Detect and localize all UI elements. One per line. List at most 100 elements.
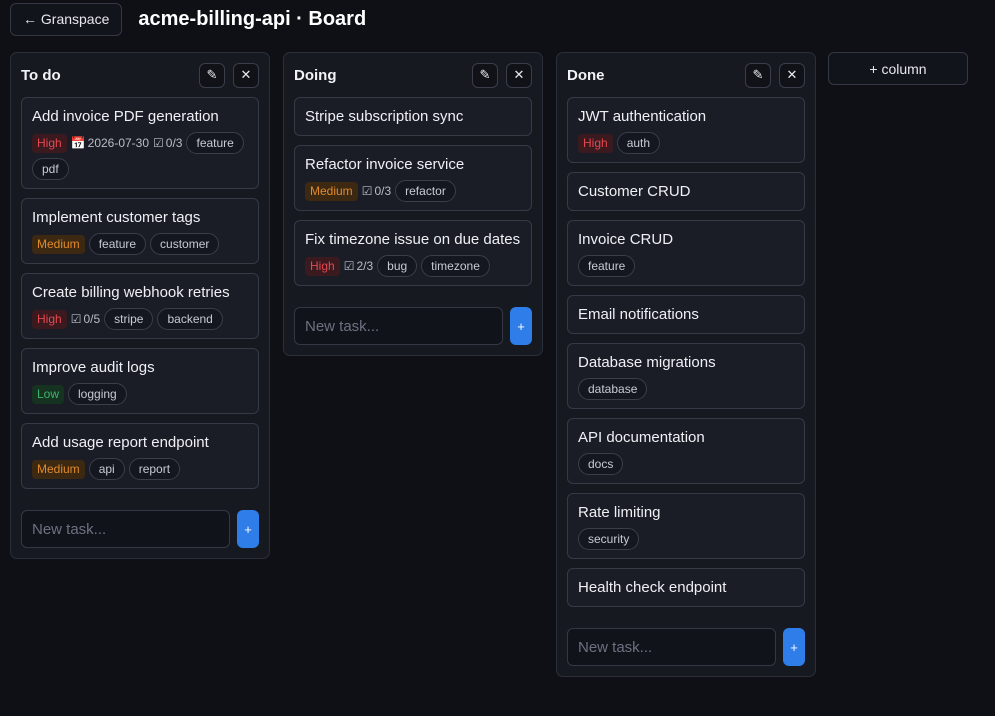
task-card[interactable]: Rate limiting security	[567, 493, 805, 559]
tag-chip: database	[578, 378, 648, 400]
edit-column-button[interactable]: ✎	[199, 62, 225, 88]
priority-badge: Medium	[32, 234, 85, 254]
priority-badge: High	[578, 133, 613, 153]
task-meta: Low logging	[32, 383, 248, 405]
tag-chip: feature	[88, 233, 147, 255]
column-title: Done	[567, 66, 605, 84]
close-icon: ✕	[786, 67, 798, 82]
column-doing: Doing ✎ ✕ Stripe subscription sync Refactor …	[283, 52, 543, 356]
checkbox-icon: ☑	[153, 136, 164, 150]
add-task-button[interactable]: +	[510, 307, 532, 345]
edit-column-button[interactable]: ✎	[745, 62, 771, 88]
column-title: Doing	[294, 66, 337, 84]
tag-chip: feature	[186, 132, 244, 154]
task-title: Stripe subscription sync	[305, 108, 464, 125]
edit-column-button[interactable]: ✎	[472, 62, 498, 88]
task-title: Database migrations	[578, 354, 716, 371]
task-title: API documentation	[578, 429, 705, 446]
add-column-button[interactable]: + column	[828, 52, 968, 85]
checkbox-icon: ☑	[343, 259, 355, 273]
tag-chip: pdf	[32, 158, 69, 180]
priority-badge: Low	[32, 384, 65, 404]
task-meta: database	[578, 378, 794, 400]
task-title: Email notifications	[578, 306, 699, 323]
priority-badge: Medium	[305, 181, 358, 201]
task-meta: Medium ☑ 0/3 refactor	[305, 180, 521, 202]
card-list: Stripe subscription sync Refactor invoice…	[284, 97, 542, 286]
column-done: Done ✎ ✕ JWT authentication High auth Customer…	[556, 52, 816, 677]
add-task-button[interactable]: +	[237, 510, 259, 548]
task-meta: High ☑ 0/5 stripe backend	[32, 308, 248, 330]
column-title: To do	[21, 66, 61, 84]
column-actions: ✎ ✕	[199, 62, 259, 88]
priority-badge: Medium	[32, 459, 85, 479]
checklist-count: 0/3	[374, 184, 392, 198]
task-title: Health check endpoint	[578, 579, 727, 596]
card-list: JWT authentication High auth Customer CRUD I…	[557, 97, 815, 607]
priority-badge: High	[32, 309, 67, 329]
checklist-count: 0/5	[83, 312, 101, 326]
task-title: Add usage report endpoint	[32, 434, 209, 451]
page-title: acme-billing-api · Board	[138, 7, 367, 30]
new-task-input[interactable]	[294, 307, 503, 345]
new-task-row: +	[284, 295, 542, 355]
tag-chip: api	[88, 458, 125, 480]
task-card[interactable]: Implement customer tags Medium feature cust…	[21, 198, 259, 264]
task-meta: feature	[578, 255, 794, 277]
checkbox-icon: ☑	[361, 184, 373, 198]
priority-badge: High	[305, 256, 340, 276]
new-task-row: +	[557, 616, 815, 676]
calendar-icon: 📅	[70, 136, 86, 150]
task-card[interactable]: Add invoice PDF generation High 📅 2026-07-3…	[21, 97, 259, 189]
delete-column-button[interactable]: ✕	[506, 62, 532, 88]
tag-chip: security	[578, 528, 640, 550]
close-icon: ✕	[513, 67, 525, 82]
task-meta: Medium feature customer	[32, 233, 248, 255]
task-meta: docs	[578, 453, 794, 475]
tag-chip: report	[128, 458, 181, 480]
column-actions: ✎ ✕	[472, 62, 532, 88]
task-card[interactable]: Email notifications	[567, 295, 805, 334]
task-card[interactable]: Health check endpoint	[567, 568, 805, 607]
task-title: Customer CRUD	[578, 183, 691, 200]
pencil-icon: ✎	[479, 67, 491, 82]
tag-chip: stripe	[104, 308, 154, 330]
task-card[interactable]: Refactor invoice service Medium ☑ 0/3 refact…	[294, 145, 532, 211]
due-date: 📅 2026-07-30	[71, 136, 149, 150]
tag-chip: refactor	[395, 180, 456, 202]
new-task-input[interactable]	[567, 628, 776, 666]
delete-column-button[interactable]: ✕	[779, 62, 805, 88]
tag-chip: customer	[150, 233, 220, 255]
task-meta: security	[578, 528, 794, 550]
tag-chip: feature	[578, 255, 636, 277]
task-card[interactable]: Fix timezone issue on due dates High ☑ 2/3 b…	[294, 220, 532, 286]
card-list: Add invoice PDF generation High 📅 2026-07-3…	[11, 97, 269, 489]
task-card[interactable]: JWT authentication High auth	[567, 97, 805, 163]
task-title: Rate limiting	[578, 504, 661, 521]
task-card[interactable]: Improve audit logs Low logging	[21, 348, 259, 414]
checklist-progress: ☑ 0/5	[71, 312, 100, 326]
task-card[interactable]: Customer CRUD	[567, 172, 805, 211]
top-bar: ← Granspace acme-billing-api · Board	[10, 2, 366, 36]
checklist-count: 0/3	[165, 136, 183, 150]
tag-chip: docs	[578, 453, 624, 475]
task-title: Create billing webhook retries	[32, 284, 230, 301]
tag-chip: bug	[377, 255, 418, 277]
pencil-icon: ✎	[206, 67, 218, 82]
delete-column-button[interactable]: ✕	[233, 62, 259, 88]
checklist-progress: ☑ 2/3	[344, 259, 373, 273]
task-card[interactable]: Stripe subscription sync	[294, 97, 532, 136]
task-title: Refactor invoice service	[305, 156, 465, 173]
task-card[interactable]: Create billing webhook retries High ☑ 0/5 st…	[21, 273, 259, 339]
new-task-row: +	[11, 498, 269, 558]
task-card[interactable]: Database migrations database	[567, 343, 805, 409]
new-task-input[interactable]	[21, 510, 230, 548]
task-title: Add invoice PDF generation	[32, 108, 219, 125]
task-card[interactable]: Add usage report endpoint Medium api report	[21, 423, 259, 489]
checkbox-icon: ☑	[70, 312, 82, 326]
task-card[interactable]: Invoice CRUD feature	[567, 220, 805, 286]
tag-chip: logging	[68, 383, 127, 405]
task-card[interactable]: API documentation docs	[567, 418, 805, 484]
add-task-button[interactable]: +	[783, 628, 805, 666]
back-button[interactable]: ← Granspace	[10, 2, 123, 36]
